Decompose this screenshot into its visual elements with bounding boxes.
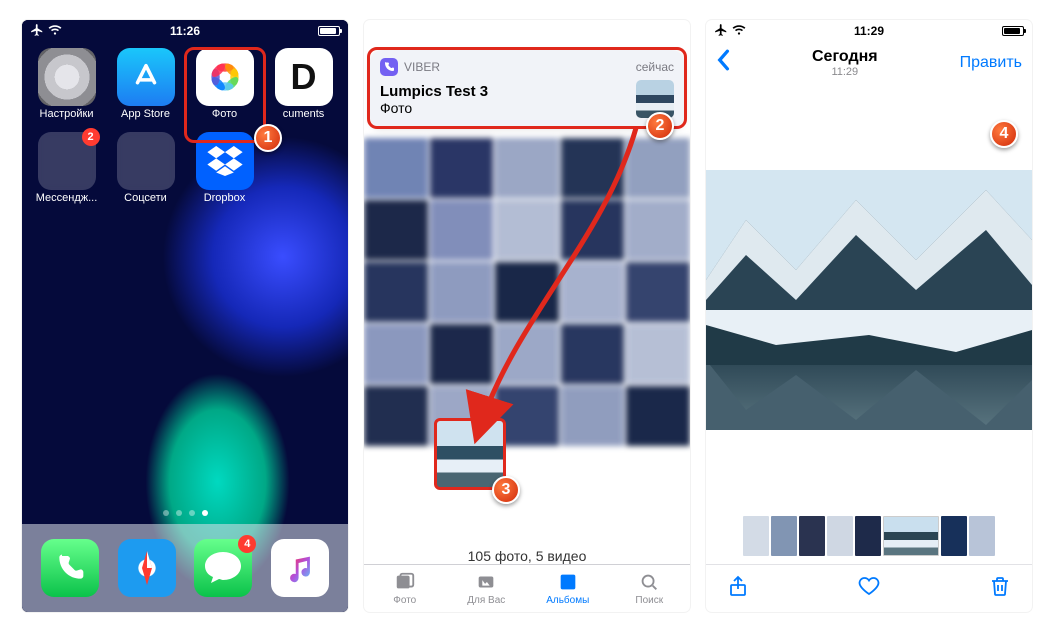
notification-banner[interactable]: VIBER сейчас Lumpics Test 3 Фото [370, 50, 684, 128]
badge-count: 4 [238, 535, 256, 553]
nav-bar: Сегодня 11:29 Править [706, 42, 1032, 84]
app-label: App Store [121, 108, 170, 120]
callout-3: 3 [492, 476, 520, 504]
screenshot-photo-viewer: 11:29 Сегодня 11:29 Править [706, 20, 1032, 612]
battery-icon [1002, 26, 1024, 36]
callout-4: 4 [990, 120, 1018, 148]
photos-icon [204, 56, 246, 98]
heart-icon [857, 574, 881, 598]
app-photos[interactable]: Фото [188, 48, 261, 120]
delete-button[interactable] [988, 574, 1012, 603]
folder-label: Dropbox [204, 192, 246, 204]
thumbnail[interactable] [855, 516, 881, 556]
battery-icon [318, 26, 340, 36]
messages-icon [203, 550, 243, 586]
app-documents[interactable]: D cuments [267, 48, 340, 120]
phone-icon [54, 552, 86, 584]
wifi-icon [732, 24, 746, 39]
home-grid: Настройки App Store [22, 42, 348, 204]
app-label: cuments [283, 108, 325, 120]
share-icon [726, 574, 750, 598]
tab-search[interactable]: Поиск [609, 565, 691, 612]
thumbnail[interactable] [827, 516, 853, 556]
appstore-icon [129, 60, 163, 94]
notif-subtitle: Фото [380, 100, 628, 116]
badge-count: 2 [82, 128, 100, 146]
album-summary: 105 фото, 5 видео [364, 548, 690, 564]
app-label: Настройки [40, 108, 94, 120]
photos-tab-bar: Фото Для Вас Альбомы Поиск [364, 564, 690, 612]
share-button[interactable] [726, 574, 750, 603]
thumbnail[interactable] [941, 516, 967, 556]
thumbnail[interactable] [771, 516, 797, 556]
albums-tab-icon [556, 571, 580, 593]
photo-toolbar [706, 564, 1032, 612]
nav-title: Сегодня [812, 48, 878, 66]
photos-tab-icon [393, 571, 417, 593]
airplane-mode-icon [30, 23, 44, 40]
folder-social[interactable]: Соцсети [109, 132, 182, 204]
dock-messages[interactable]: 4 [194, 539, 252, 597]
notif-title: Lumpics Test 3 [380, 83, 628, 100]
folder-messengers[interactable]: 2 Мессендж... [30, 132, 103, 204]
thumbnail-strip[interactable] [706, 514, 1032, 558]
tab-label: Фото [393, 595, 416, 606]
callout-2: 2 [646, 112, 674, 140]
tab-label: Поиск [635, 595, 663, 606]
safari-icon [118, 539, 176, 597]
tab-foryou[interactable]: Для Вас [446, 565, 528, 612]
tab-label: Альбомы [546, 595, 589, 606]
dropbox-icon [207, 146, 243, 176]
dock-music[interactable] [271, 539, 329, 597]
music-icon [283, 551, 317, 585]
tab-albums[interactable]: Альбомы [527, 565, 609, 612]
notif-app-name: VIBER [404, 60, 440, 74]
app-settings[interactable]: Настройки [30, 48, 103, 120]
status-bar: 11:26 [22, 20, 348, 42]
page-dots[interactable] [22, 510, 348, 516]
nav-subtitle: 11:29 [812, 66, 878, 78]
tab-photos[interactable]: Фото [364, 565, 446, 612]
thumbnail[interactable] [799, 516, 825, 556]
tab-label: Для Вас [467, 595, 505, 606]
photo-viewer-image[interactable] [706, 170, 1032, 430]
search-tab-icon [637, 571, 661, 593]
back-button[interactable] [716, 49, 730, 77]
wifi-icon [48, 24, 62, 39]
status-time: 11:26 [22, 24, 348, 38]
photo-grid-blurred [364, 138, 690, 482]
favorite-button[interactable] [857, 574, 881, 603]
chevron-left-icon [716, 49, 730, 71]
status-time: 11:29 [706, 24, 1032, 38]
dock-phone[interactable] [41, 539, 99, 597]
app-dropbox[interactable]: Dropbox [188, 132, 261, 204]
foryou-tab-icon [474, 571, 498, 593]
edit-button[interactable]: Править [960, 54, 1022, 72]
callout-1: 1 [254, 124, 282, 152]
thumbnail[interactable] [969, 516, 995, 556]
dock-safari[interactable] [118, 539, 176, 597]
status-bar: 11:29 [706, 20, 1032, 42]
trash-icon [988, 574, 1012, 598]
thumbnail[interactable] [743, 516, 769, 556]
folder-label: Мессендж... [36, 192, 98, 204]
folder-label: Соцсети [124, 192, 167, 204]
thumbnail-selected[interactable] [883, 516, 939, 556]
dock: 4 [22, 524, 348, 612]
screenshot-home-screen: 11:26 Настройки App Store [22, 20, 348, 612]
airplane-mode-icon [714, 23, 728, 40]
viber-icon [380, 58, 398, 76]
app-label: Фото [212, 108, 237, 120]
screenshot-photos-grid: VIBER сейчас Lumpics Test 3 Фото 105 фот… [364, 20, 690, 612]
notif-time: сейчас [636, 60, 674, 74]
app-appstore[interactable]: App Store [109, 48, 182, 120]
